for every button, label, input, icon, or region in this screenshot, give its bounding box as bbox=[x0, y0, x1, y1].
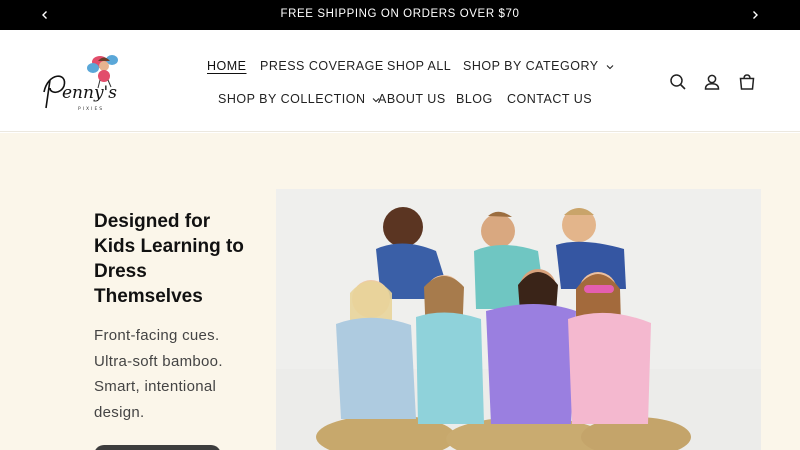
chevron-down-icon bbox=[606, 64, 613, 69]
hero-heading: Designed for Kids Learning to Dress Them… bbox=[94, 211, 244, 307]
site-header: enny's PIXIES HOME PRESS COVERAGE SHOP A… bbox=[0, 30, 800, 132]
announcement-text: FREE SHIPPING ON ORDERS OVER $70 bbox=[280, 8, 520, 20]
nav-shop-by-collection-label: SHOP BY COLLECTION bbox=[218, 92, 366, 106]
hero-cta-button[interactable] bbox=[94, 445, 221, 450]
svg-text:PIXIES: PIXIES bbox=[78, 106, 104, 112]
svg-text:enny's: enny's bbox=[62, 83, 117, 103]
nav-shop-by-category[interactable]: SHOP BY CATEGORY bbox=[463, 58, 614, 74]
nav-shop-by-collection[interactable]: SHOP BY COLLECTION bbox=[218, 91, 380, 107]
account-icon[interactable] bbox=[702, 72, 722, 92]
nav-shop-by-category-label: SHOP BY CATEGORY bbox=[463, 59, 599, 73]
logo[interactable]: enny's PIXIES bbox=[38, 50, 134, 114]
nav-home[interactable]: HOME bbox=[207, 58, 247, 74]
nav-about-us[interactable]: ABOUT US bbox=[378, 91, 446, 107]
hero-subtext: Front-facing cues. Ultra-soft bamboo. Sm… bbox=[94, 327, 223, 421]
chevron-right-icon[interactable] bbox=[748, 8, 762, 22]
announcement-bar: FREE SHIPPING ON ORDERS OVER $70 bbox=[0, 0, 800, 30]
nav-blog[interactable]: BLOG bbox=[456, 91, 493, 107]
hero-banner: Designed for Kids Learning to Dress Them… bbox=[0, 133, 800, 450]
search-icon[interactable] bbox=[668, 72, 688, 92]
hero-image bbox=[276, 189, 761, 450]
cart-icon[interactable] bbox=[737, 72, 757, 92]
nav-shop-all[interactable]: SHOP ALL bbox=[387, 58, 451, 74]
nav-contact-us[interactable]: CONTACT US bbox=[507, 91, 592, 107]
nav-press-coverage[interactable]: PRESS COVERAGE bbox=[260, 58, 384, 74]
